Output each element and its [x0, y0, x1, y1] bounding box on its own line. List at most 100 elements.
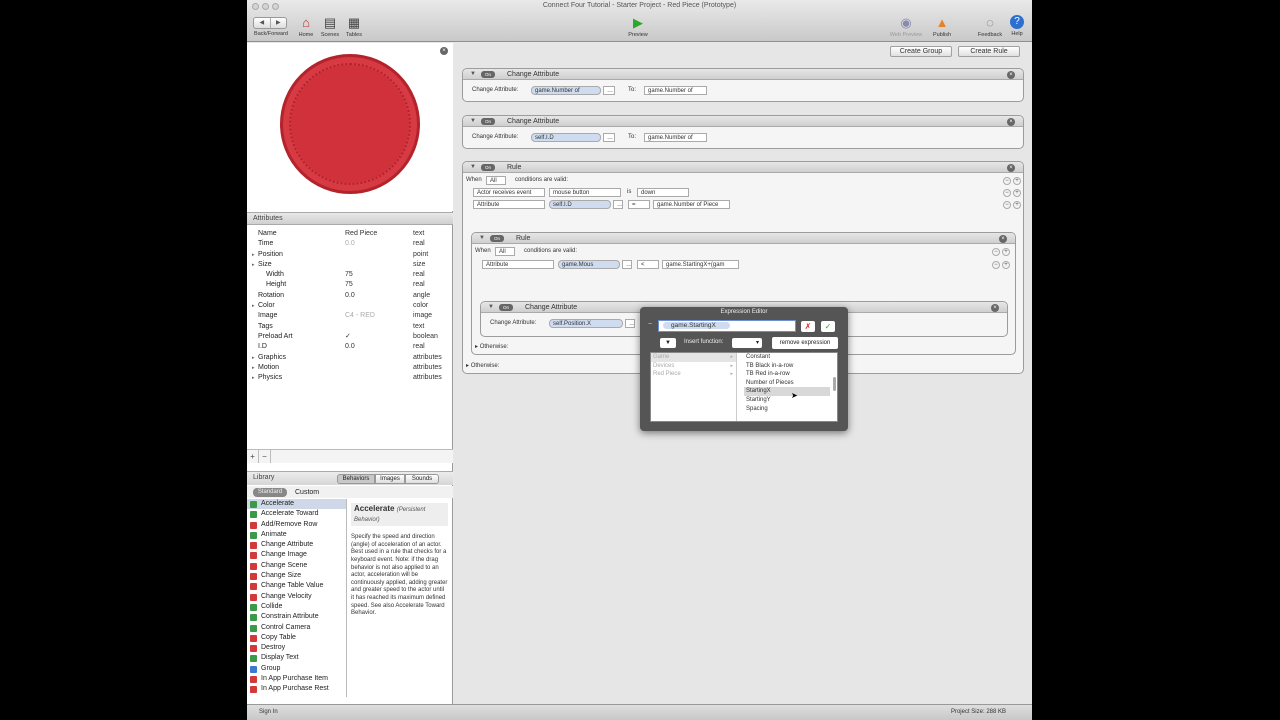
attribute-row[interactable]: ▸ Color color: [247, 301, 453, 311]
on-toggle[interactable]: On: [499, 304, 513, 311]
attribute-value[interactable]: C4 - RED: [345, 311, 375, 321]
attribute-field[interactable]: game.Mous: [558, 260, 620, 269]
attribute-browse-button[interactable]: …: [625, 319, 635, 328]
remove-condition-button[interactable]: −: [1003, 201, 1011, 209]
attribute-value[interactable]: 75: [345, 270, 353, 280]
condition-type-dropdown[interactable]: Attribute: [473, 200, 545, 209]
tab-images[interactable]: Images: [375, 474, 405, 484]
attribute-row[interactable]: ▸ Size size: [247, 260, 453, 270]
library-item[interactable]: Change Table Value: [247, 581, 346, 591]
add-attribute-button[interactable]: +: [247, 450, 259, 463]
attribute-value[interactable]: 75: [345, 280, 353, 290]
add-condition-button[interactable]: +: [1013, 177, 1021, 185]
on-toggle[interactable]: On: [490, 235, 504, 242]
close-icon[interactable]: ×: [1007, 118, 1015, 126]
close-icon[interactable]: ×: [1007, 164, 1015, 172]
collapse-triangle-icon[interactable]: ▼: [470, 116, 476, 127]
cancel-x-icon[interactable]: ✗: [801, 321, 815, 332]
insert-function-dropdown[interactable]: ▾: [732, 338, 762, 348]
tab-sounds[interactable]: Sounds: [405, 474, 439, 484]
attribute-row[interactable]: Name Red Piece text: [247, 229, 453, 239]
feedback-button[interactable]: ◌ Feedback: [975, 15, 1005, 38]
disclosure-triangle-icon[interactable]: ▸: [252, 373, 255, 383]
close-icon[interactable]: ×: [999, 235, 1007, 243]
library-item[interactable]: Accelerate Toward: [247, 509, 346, 519]
library-item[interactable]: Control Camera: [247, 623, 346, 633]
forward-arrow-icon[interactable]: ▶: [271, 18, 287, 28]
attribute-row[interactable]: Tags text: [247, 322, 453, 332]
add-condition-button[interactable]: +: [1013, 189, 1021, 197]
on-toggle[interactable]: On: [481, 164, 495, 171]
attribute-row[interactable]: I.D 0.0 real: [247, 342, 453, 352]
confirm-check-icon[interactable]: ✓: [821, 321, 835, 332]
otherwise-label[interactable]: ▸ Otherwise:: [466, 362, 499, 371]
library-item[interactable]: Animate: [247, 530, 346, 540]
add-condition-button[interactable]: +: [1002, 248, 1010, 256]
operator-dropdown[interactable]: =: [628, 200, 650, 209]
expression-token[interactable]: game.StartingX: [663, 322, 730, 329]
attribute-value[interactable]: 0.0: [345, 342, 355, 352]
tab-standard[interactable]: Standard: [253, 488, 287, 497]
library-item[interactable]: Display Text: [247, 653, 346, 663]
library-item[interactable]: Change Size: [247, 571, 346, 581]
close-icon[interactable]: ×: [991, 304, 999, 312]
on-toggle[interactable]: On: [481, 71, 495, 78]
value-field[interactable]: game.Number of Piece: [653, 200, 730, 209]
collapse-triangle-icon[interactable]: ▼: [470, 162, 476, 173]
home-button[interactable]: ⌂ Home: [295, 15, 317, 38]
all-dropdown[interactable]: All: [495, 247, 515, 256]
remove-condition-button[interactable]: −: [992, 248, 1000, 256]
attribute-field[interactable]: self.I.D: [549, 200, 611, 209]
web-preview-button[interactable]: ◉ Web Preview: [887, 15, 925, 38]
attribute-row[interactable]: ▸ Position point: [247, 250, 453, 260]
event-dropdown[interactable]: mouse button: [549, 188, 621, 197]
library-item[interactable]: Change Attribute: [247, 540, 346, 550]
attribute-row[interactable]: ▸ Motion attributes: [247, 363, 453, 373]
on-toggle[interactable]: On: [481, 118, 495, 125]
otherwise-label[interactable]: ▸ Otherwise:: [475, 343, 508, 352]
create-rule-button[interactable]: Create Rule: [958, 46, 1020, 57]
collapse-triangle-icon[interactable]: ▼: [488, 302, 494, 313]
library-item[interactable]: Constrain Attribute: [247, 612, 346, 622]
state-dropdown[interactable]: down: [637, 188, 689, 197]
library-item[interactable]: Accelerate: [247, 499, 346, 510]
attribute-browse-button[interactable]: …: [603, 86, 615, 95]
attribute-option[interactable]: TB Black in-a-row: [744, 362, 830, 371]
value-field[interactable]: game.Number of: [644, 86, 707, 95]
close-icon[interactable]: ×: [1007, 71, 1015, 79]
attribute-row[interactable]: Image C4 - RED image: [247, 311, 453, 321]
attribute-option[interactable]: StartingX: [744, 387, 830, 396]
all-dropdown[interactable]: All: [486, 176, 506, 185]
publish-button[interactable]: ▲ Publish: [929, 15, 955, 38]
attribute-option[interactable]: StartingY: [744, 396, 830, 405]
tables-button[interactable]: ▦ Tables: [343, 15, 365, 38]
attribute-value[interactable]: ✓: [345, 332, 351, 342]
remove-condition-button[interactable]: −: [1003, 189, 1011, 197]
collapse-triangle-icon[interactable]: ▼: [470, 69, 476, 80]
sign-in-link[interactable]: Sign In: [259, 705, 278, 720]
scrollbar[interactable]: [833, 377, 836, 391]
attribute-menu-dropdown[interactable]: ▼: [660, 338, 676, 348]
library-item[interactable]: Change Scene: [247, 561, 346, 571]
library-item[interactable]: Collide: [247, 602, 346, 612]
create-group-button[interactable]: Create Group: [890, 46, 952, 57]
value-field[interactable]: game.Number of: [644, 133, 707, 142]
close-icon[interactable]: ×: [440, 47, 448, 55]
category-item[interactable]: Red Piece ▸: [651, 370, 736, 379]
category-item[interactable]: Devices ▸: [651, 362, 736, 371]
library-item[interactable]: In App Purchase Rest: [247, 684, 346, 694]
help-button[interactable]: ? Help: [1007, 15, 1027, 37]
add-condition-button[interactable]: +: [1013, 201, 1021, 209]
attribute-value[interactable]: 0.0: [345, 239, 355, 249]
attribute-row[interactable]: Height 75 real: [247, 280, 453, 290]
attribute-browse-button[interactable]: …: [603, 133, 615, 142]
collapse-triangle-icon[interactable]: ▼: [479, 233, 485, 244]
attribute-row[interactable]: Time 0.0 real: [247, 239, 453, 249]
remove-expression-button[interactable]: remove expression: [772, 337, 838, 349]
disclosure-triangle-icon[interactable]: ▸: [252, 363, 255, 373]
disclosure-triangle-icon[interactable]: ▸: [252, 260, 255, 270]
attribute-option[interactable]: Constant: [744, 353, 830, 362]
preview-button[interactable]: ▶ Preview: [625, 15, 651, 38]
attribute-row[interactable]: ▸ Physics attributes: [247, 373, 453, 383]
scenes-button[interactable]: ▤ Scenes: [319, 15, 341, 38]
